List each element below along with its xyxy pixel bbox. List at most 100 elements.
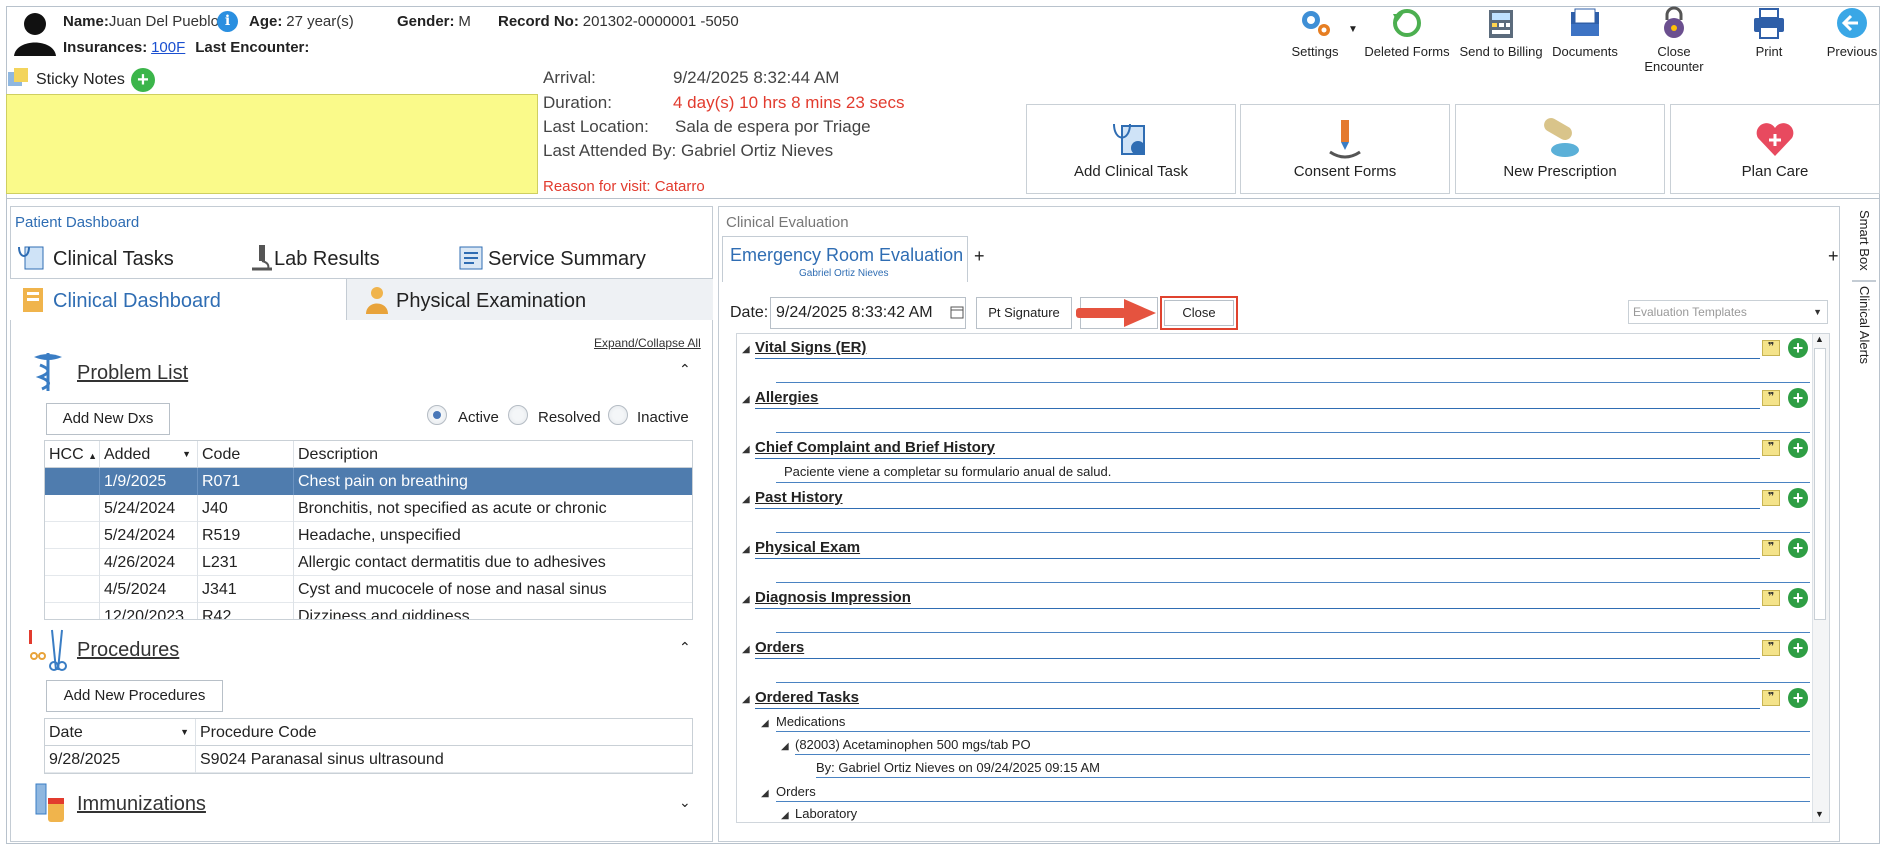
col-hcc[interactable]: HCC ▲ <box>45 441 100 468</box>
previous-button[interactable]: Previous <box>1824 6 1880 59</box>
section-vital-signs[interactable]: Vital Signs (ER) <box>755 339 866 356</box>
section-content-line <box>776 432 1810 433</box>
consent-forms-button[interactable]: Consent Forms <box>1240 104 1450 194</box>
add-clinical-task-button[interactable]: Add Clinical Task <box>1026 104 1236 194</box>
table-row[interactable]: 1/9/2025 R071 Chest pain on breathing <box>45 468 692 495</box>
info-icon[interactable]: i <box>217 11 238 32</box>
quote-icon[interactable]: ❞ <box>1762 440 1780 456</box>
section-allergies[interactable]: Allergies <box>755 389 818 406</box>
table-row[interactable]: 9/28/2025 S9024 Paranasal sinus ultrasou… <box>45 746 692 773</box>
radio-active[interactable] <box>427 405 447 425</box>
add-evaluation-right-button[interactable]: + <box>1828 246 1839 267</box>
add-section-icon[interactable]: + <box>1788 388 1808 408</box>
medications-node[interactable]: Medications <box>776 714 845 729</box>
quote-icon[interactable]: ❞ <box>1762 540 1780 556</box>
radio-inactive[interactable] <box>608 405 628 425</box>
tab-physical-examination[interactable]: Physical Examination <box>396 290 586 313</box>
cell-hcc <box>45 495 100 522</box>
settings-dropdown-icon[interactable]: ▼ <box>1348 24 1358 35</box>
col-date[interactable]: Date ▼ <box>45 719 196 746</box>
new-prescription-button[interactable]: New Prescription <box>1455 104 1665 194</box>
section-past-history[interactable]: Past History <box>755 489 843 506</box>
deleted-forms-button[interactable]: Deleted Forms <box>1364 6 1450 59</box>
section-chief-complaint[interactable]: Chief Complaint and Brief History <box>755 439 995 456</box>
plan-care-button[interactable]: Plan Care <box>1670 104 1880 194</box>
cell-added: 12/20/2023 <box>100 603 198 619</box>
laboratory-node[interactable]: Laboratory <box>795 806 857 821</box>
orders-node[interactable]: Orders <box>776 784 816 799</box>
record-label: Record No: <box>498 13 579 30</box>
duration-value: 4 day(s) 10 hrs 8 mins 23 secs <box>673 93 905 112</box>
problem-list-collapse-icon[interactable]: ⌃ <box>679 361 691 378</box>
evaluation-templates-select[interactable]: Evaluation Templates ▼ <box>1628 300 1828 324</box>
add-new-procedures-button[interactable]: Add New Procedures <box>46 680 223 712</box>
table-row[interactable]: 4/5/2024 J341 Cyst and mucocele of nose … <box>45 576 692 603</box>
add-section-icon[interactable]: + <box>1788 438 1808 458</box>
radio-resolved[interactable] <box>508 405 528 425</box>
add-new-dxs-button[interactable]: Add New Dxs <box>46 403 170 435</box>
arrival-label: Arrival: <box>543 68 596 87</box>
clinical-alerts-tab[interactable]: Clinical Alerts <box>1852 284 1876 374</box>
section-ordered-tasks[interactable]: Ordered Tasks <box>755 689 859 706</box>
smart-box-tab[interactable]: Smart Box <box>1852 208 1876 278</box>
add-sticky-note-icon[interactable]: + <box>131 68 155 92</box>
tab-lab-results[interactable]: Lab Results <box>274 248 380 271</box>
close-encounter-button[interactable]: Close Encounter <box>1628 6 1720 74</box>
quote-icon[interactable]: ❞ <box>1762 390 1780 406</box>
add-section-icon[interactable]: + <box>1788 538 1808 558</box>
sticky-notes-area[interactable] <box>6 94 538 194</box>
table-row[interactable]: 4/26/2024 L231 Allergic contact dermatit… <box>45 549 692 576</box>
quote-icon[interactable]: ❞ <box>1762 340 1780 356</box>
pt-signature-button[interactable]: Pt Signature <box>976 297 1072 329</box>
section-diagnosis-impression[interactable]: Diagnosis Impression <box>755 589 911 606</box>
tab-service-summary[interactable]: Service Summary <box>488 248 646 271</box>
documents-button[interactable]: Documents <box>1550 6 1620 59</box>
section-underline <box>755 608 1760 609</box>
print-button[interactable]: Print <box>1744 6 1794 59</box>
cell-procedure-code: S9024 Paranasal sinus ultrasound <box>200 751 444 768</box>
section-orders[interactable]: Orders <box>755 639 804 656</box>
cell-description: Bronchitis, not specified as acute or ch… <box>298 500 607 517</box>
add-section-icon[interactable]: + <box>1788 338 1808 358</box>
node-underline <box>776 731 1810 732</box>
table-row[interactable]: 5/24/2024 R519 Headache, unspecified <box>45 522 692 549</box>
quote-icon[interactable]: ❞ <box>1762 640 1780 656</box>
add-evaluation-tab-button[interactable]: + <box>974 246 985 267</box>
table-row[interactable]: 5/24/2024 J40 Bronchitis, not specified … <box>45 495 692 522</box>
quote-icon[interactable]: ❞ <box>1762 490 1780 506</box>
col-description[interactable]: Description <box>294 441 692 468</box>
send-to-billing-button[interactable]: Send to Billing <box>1456 6 1546 59</box>
add-section-icon[interactable]: + <box>1788 638 1808 658</box>
procedures-title[interactable]: Procedures <box>77 639 179 662</box>
cell-description: Dizziness and giddiness <box>298 608 470 620</box>
immunizations-expand-icon[interactable]: ⌄ <box>679 794 691 811</box>
expand-collapse-all-link[interactable]: Expand/Collapse All <box>594 336 701 350</box>
section-underline <box>755 508 1760 509</box>
col-added[interactable]: Added ▼ <box>100 441 198 468</box>
date-field[interactable]: 9/24/2025 8:33:42 AM <box>770 297 966 329</box>
node-underline <box>795 754 1810 755</box>
col-code[interactable]: Code <box>198 441 294 468</box>
quote-icon[interactable]: ❞ <box>1762 590 1780 606</box>
tab-clinical-tasks[interactable]: Clinical Tasks <box>53 248 174 271</box>
quote-icon[interactable]: ❞ <box>1762 690 1780 706</box>
name-label: Name: <box>63 13 109 30</box>
add-section-icon[interactable]: + <box>1788 688 1808 708</box>
add-section-icon[interactable]: + <box>1788 488 1808 508</box>
scroll-up-icon[interactable]: ▲ <box>1815 334 1824 344</box>
tab-clinical-dashboard[interactable]: Clinical Dashboard <box>53 290 221 313</box>
settings-button[interactable]: Settings <box>1290 6 1340 59</box>
medication-item[interactable]: (82003) Acetaminophen 500 mgs/tab PO <box>795 737 1031 752</box>
scroll-thumb[interactable] <box>1814 348 1826 620</box>
add-section-icon[interactable]: + <box>1788 588 1808 608</box>
table-row[interactable]: 12/20/2023 R42 Dizziness and giddiness <box>45 603 692 620</box>
insurance-link[interactable]: 100F <box>151 39 185 56</box>
col-procedure-code[interactable]: Procedure Code <box>196 719 692 746</box>
calendar-icon[interactable] <box>950 305 964 319</box>
scroll-down-icon[interactable]: ▼ <box>1815 809 1824 819</box>
problem-list-title[interactable]: Problem List <box>77 362 188 385</box>
section-physical-exam[interactable]: Physical Exam <box>755 539 860 556</box>
close-button[interactable]: Close <box>1164 300 1234 326</box>
procedures-collapse-icon[interactable]: ⌃ <box>679 639 691 656</box>
immunizations-title[interactable]: Immunizations <box>77 793 206 816</box>
